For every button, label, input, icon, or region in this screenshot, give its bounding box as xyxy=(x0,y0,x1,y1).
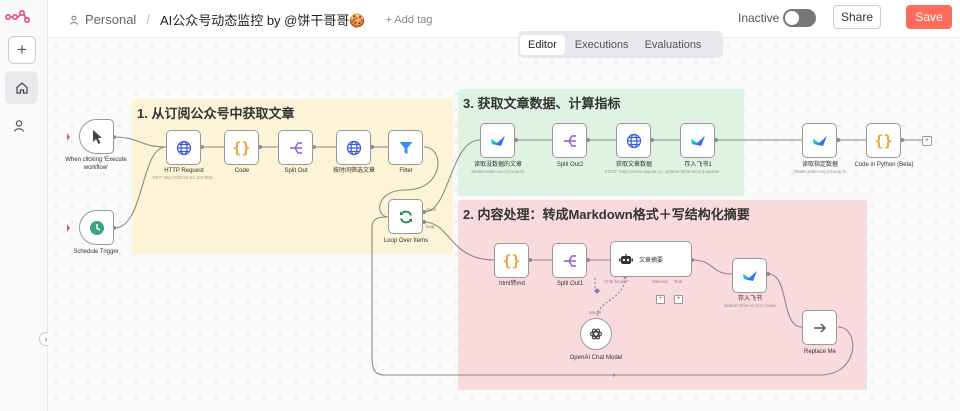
node-http-request[interactable] xyxy=(166,130,201,165)
feishu-icon xyxy=(742,270,757,281)
node-code[interactable]: {} xyxy=(224,130,259,165)
node-time-filter[interactable] xyxy=(336,130,371,165)
add-node-plus-icon[interactable]: + xyxy=(922,136,932,146)
split-icon xyxy=(563,134,576,147)
node-subtitle: bitable:table:record:search xyxy=(793,169,847,174)
node-save-feishu[interactable] xyxy=(732,258,767,293)
node-label: Split Out1 xyxy=(556,281,584,287)
node-label: 存入飞书1 xyxy=(684,162,712,168)
filter-icon xyxy=(399,141,412,154)
node-read-unread[interactable] xyxy=(480,123,515,158)
tab-editor[interactable]: Editor xyxy=(520,34,565,55)
node-split-out[interactable] xyxy=(278,130,313,165)
node-html-to-md[interactable]: {} xyxy=(494,243,529,278)
arrow-right-icon xyxy=(813,322,826,333)
braces-icon: {} xyxy=(232,138,251,157)
agent-port-memory: Memory xyxy=(652,279,669,284)
feishu-icon xyxy=(812,135,827,146)
agent-port-tool: Tool xyxy=(674,279,683,284)
braces-icon: {} xyxy=(874,131,893,150)
tab-evaluations[interactable]: Evaluations xyxy=(637,35,710,55)
agent-port-chat-model: Chat Model* xyxy=(604,279,629,284)
split-icon xyxy=(289,141,302,154)
globe-icon xyxy=(176,140,191,155)
tab-executions[interactable]: Executions xyxy=(567,35,637,55)
add-memory-plus-icon[interactable]: + xyxy=(656,295,665,304)
node-subtitle: bitable:table:record:search xyxy=(471,169,525,174)
node-subtitle: bitable:table:record:create xyxy=(723,303,777,308)
node-replace-me[interactable] xyxy=(802,310,837,345)
node-label: Schedule Trigger xyxy=(73,249,119,255)
node-loop-over-items[interactable] xyxy=(388,199,423,234)
split-icon xyxy=(563,254,576,267)
node-ai-agent[interactable]: 文章摘要 xyxy=(610,241,692,277)
node-label: 读取没数据的文章 xyxy=(473,162,522,168)
node-filter[interactable] xyxy=(388,130,423,165)
node-schedule-trigger[interactable] xyxy=(79,210,114,245)
globe-icon xyxy=(346,140,361,155)
braces-icon: {} xyxy=(502,251,521,270)
node-get-data[interactable] xyxy=(616,123,651,158)
node-label: 存入飞书 xyxy=(737,296,762,302)
openai-port-model: Model xyxy=(589,310,602,315)
cursor-icon xyxy=(92,129,102,144)
feishu-icon xyxy=(690,135,705,146)
node-label: OpenAI Chat Model xyxy=(569,355,623,361)
node-openai-chat-model[interactable] xyxy=(580,318,612,350)
node-label: Code in Python (Beta) xyxy=(854,162,914,168)
node-split-out2[interactable] xyxy=(552,123,587,158)
node-read-specific[interactable] xyxy=(802,123,837,158)
node-label: Loop Over Items xyxy=(383,238,429,244)
add-tool-plus-icon[interactable]: + xyxy=(674,295,683,304)
robot-icon xyxy=(619,253,633,264)
openai-icon xyxy=(589,328,603,340)
node-save-feishu1[interactable] xyxy=(680,123,715,158)
node-subtitle: GET: http://152.53.62.162:808... xyxy=(152,175,216,180)
clock-icon xyxy=(89,220,104,235)
node-label: When clicking 'Execute workflow' xyxy=(65,157,127,171)
node-label: Filter xyxy=(399,168,413,174)
refresh-icon xyxy=(399,210,412,223)
loop-done-port: done xyxy=(426,207,437,212)
node-split-out1[interactable] xyxy=(552,243,587,278)
node-subtitle: POST: https://www.dajiala.co...bitable:t… xyxy=(604,169,720,174)
loop-loop-port: loop xyxy=(426,224,435,229)
node-label: Replace Me xyxy=(803,349,836,355)
view-tabs: Editor Executions Evaluations xyxy=(518,31,723,58)
node-code-python[interactable]: {} xyxy=(866,123,901,158)
globe-icon xyxy=(626,133,641,148)
feishu-icon xyxy=(490,135,505,146)
node-manual-trigger[interactable] xyxy=(79,119,114,154)
agent-title: 文章摘要 xyxy=(639,257,664,264)
